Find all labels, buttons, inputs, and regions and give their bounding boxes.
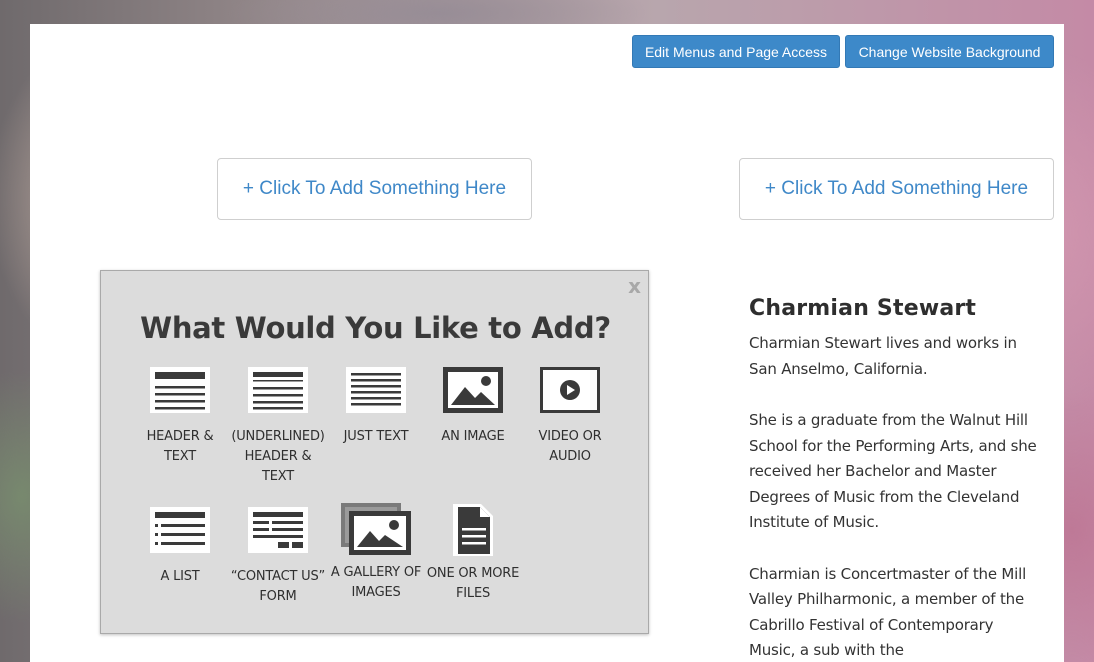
- option-label: Just Text: [343, 429, 409, 444]
- option-underlined-header-text[interactable]: (Underlined) Header & Text: [228, 367, 328, 487]
- add-something-left-button[interactable]: + Click To Add Something Here: [217, 158, 532, 220]
- files-icon: [453, 504, 493, 556]
- option-header-text[interactable]: Header & Text: [130, 367, 230, 467]
- gallery-icon: [341, 503, 411, 555]
- modal-title: What Would You Like to Add?: [140, 311, 611, 345]
- bio-name: Charmian Stewart: [749, 296, 977, 321]
- add-content-modal: x What Would You Like to Add? Header & T…: [100, 270, 649, 634]
- option-just-text[interactable]: Just Text: [326, 367, 426, 447]
- option-contact-form[interactable]: “Contact Us” Form: [228, 507, 328, 607]
- bio-paragraph: Charmian is Concertmaster of the Mill Va…: [749, 564, 1027, 660]
- contact-form-icon: [248, 507, 308, 553]
- option-files[interactable]: One or More Files: [423, 504, 523, 604]
- option-image[interactable]: An Image: [423, 367, 523, 447]
- header-text-icon: [150, 367, 210, 413]
- bio-paragraph: Charmian Stewart lives and works in San …: [749, 334, 1017, 378]
- option-label: Header & Text: [146, 429, 214, 464]
- edit-menus-button[interactable]: Edit Menus and Page Access: [632, 35, 840, 68]
- underlined-header-text-icon: [248, 367, 308, 413]
- bio-section: Charmian Stewart Charmian Stewart lives …: [749, 296, 1039, 662]
- option-label: An Image: [441, 429, 505, 444]
- bio-paragraph: She is a graduate from the Walnut Hill S…: [749, 411, 1037, 531]
- option-label: Video or Audio: [538, 429, 602, 464]
- option-label: A Gallery of Images: [330, 565, 422, 600]
- page-content: Edit Menus and Page Access Change Websit…: [30, 24, 1064, 662]
- change-background-button[interactable]: Change Website Background: [845, 35, 1054, 68]
- close-icon[interactable]: x: [628, 274, 641, 298]
- option-label: “Contact Us” Form: [230, 569, 326, 604]
- option-video-audio[interactable]: Video or Audio: [520, 367, 620, 467]
- just-text-icon: [346, 367, 406, 413]
- option-label: One or More Files: [426, 566, 520, 601]
- option-list[interactable]: A List: [130, 507, 230, 587]
- option-label: A List: [160, 569, 200, 584]
- add-something-right-button[interactable]: + Click To Add Something Here: [739, 158, 1054, 220]
- option-label: (Underlined) Header & Text: [231, 429, 325, 484]
- video-audio-icon: [540, 367, 600, 413]
- option-gallery[interactable]: A Gallery of Images: [326, 503, 426, 603]
- list-icon: [150, 507, 210, 553]
- image-icon: [443, 367, 503, 413]
